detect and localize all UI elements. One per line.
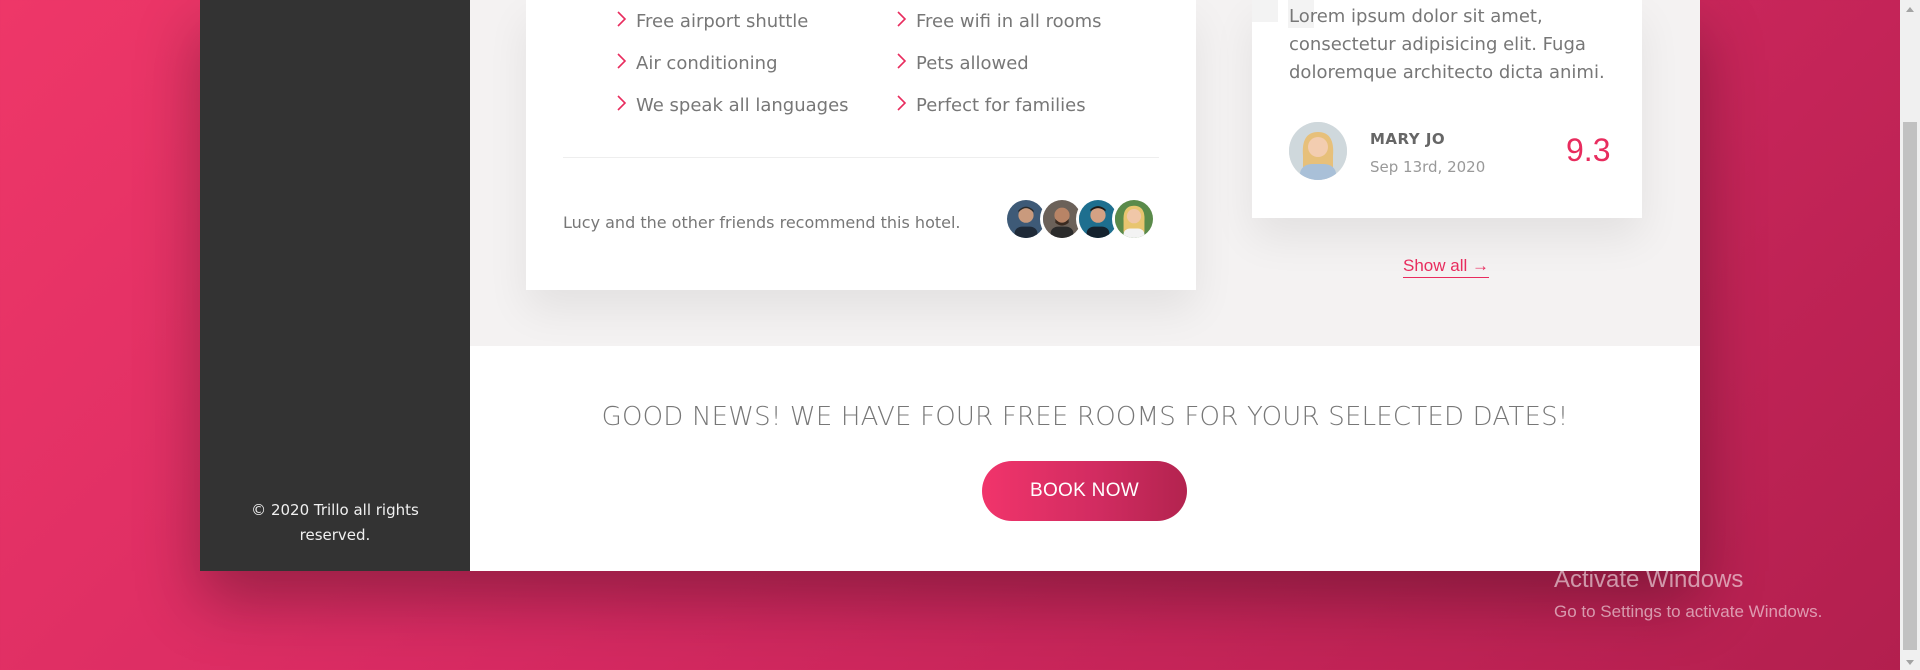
feature-item: Pets allowed <box>896 42 1176 84</box>
review-rating: 9.3 <box>1566 132 1611 168</box>
chevron-right-icon <box>616 10 636 32</box>
feature-label: Pets allowed <box>916 52 1029 74</box>
divider <box>563 157 1159 158</box>
feature-item: Perfect for families <box>896 84 1176 126</box>
show-all-link[interactable]: Show all → <box>1403 256 1489 278</box>
feature-label: Free wifi in all rooms <box>916 10 1102 32</box>
scroll-up-arrow-icon[interactable] <box>1900 2 1920 16</box>
cta-section: GOOD NEWS! WE HAVE FOUR FREE ROOMS FOR Y… <box>470 346 1700 571</box>
recommend-text: Lucy and the other friends recommend thi… <box>563 213 961 232</box>
description-card: Free airport shuttle Free wifi in all ro… <box>526 0 1196 290</box>
sidebar: © 2020 Trillo all rights reserved. <box>200 0 470 571</box>
feature-list: Free airport shuttle Free wifi in all ro… <box>616 0 1176 126</box>
chevron-right-icon <box>896 94 916 116</box>
reviewer-avatar <box>1289 122 1347 180</box>
chevron-right-icon <box>616 94 636 116</box>
reviewer-name: Mary Jo <box>1370 130 1446 148</box>
feature-label: Perfect for families <box>916 94 1086 116</box>
review-text: Lorem ipsum dolor sit amet, consectetur … <box>1289 6 1605 83</box>
chevron-right-icon <box>616 52 636 74</box>
cta-title: GOOD NEWS! WE HAVE FOUR FREE ROOMS FOR Y… <box>601 402 1569 432</box>
watermark-title: Activate Windows <box>1554 566 1744 593</box>
scroll-down-arrow-icon[interactable] <box>1900 654 1920 668</box>
feature-label: Free airport shuttle <box>636 10 809 32</box>
legal-text: © 2020 Trillo all rights reserved. <box>251 501 419 544</box>
chevron-right-icon <box>896 10 916 32</box>
scrollbar-thumb[interactable] <box>1903 122 1917 650</box>
windows-activation-watermark: Activate Windows Go to Settings to activ… <box>1554 566 1822 622</box>
feature-item: We speak all languages <box>616 84 896 126</box>
watermark-subtitle: Go to Settings to activate Windows. <box>1554 602 1823 621</box>
feature-label: Air conditioning <box>636 52 778 74</box>
feature-item: Free airport shuttle <box>616 0 896 42</box>
app-container: © 2020 Trillo all rights reserved. Free … <box>200 0 1700 571</box>
review-card: Lorem ipsum dolor sit amet, consectetur … <box>1252 0 1642 218</box>
feature-item: Air conditioning <box>616 42 896 84</box>
book-now-button[interactable]: BOOK NOW <box>982 461 1187 521</box>
friend-avatar[interactable] <box>1112 197 1156 241</box>
scrollbar[interactable] <box>1900 0 1920 670</box>
quote-icon <box>1252 0 1278 22</box>
friends-avatars <box>1004 197 1156 241</box>
hotel-view: Free airport shuttle Free wifi in all ro… <box>470 0 1700 571</box>
chevron-right-icon <box>896 52 916 74</box>
feature-item: Free wifi in all rooms <box>896 0 1176 42</box>
feature-label: We speak all languages <box>636 94 849 116</box>
review-date: Sep 13rd, 2020 <box>1370 158 1486 176</box>
